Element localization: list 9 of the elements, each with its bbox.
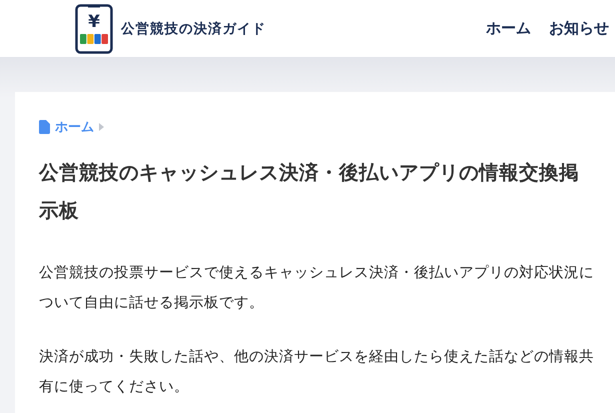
caret-right-icon — [99, 123, 104, 131]
nav-link[interactable]: ホーム — [486, 19, 531, 38]
paragraph: 決済が成功・失敗した話や、他の決済サービスを経由したら使えた話などの情報共有に使ってください。 — [39, 348, 595, 397]
paragraph: 公営競技の投票サービスで使えるキャッシュレス決済・後払いアプリの対応状況について自由に話せる掲示板です。 — [39, 264, 595, 313]
nav-link[interactable]: お知らせ — [549, 19, 609, 38]
article-title: 公営競技のキャッシュレス決済・後払いアプリの情報交換掲示板 — [39, 160, 580, 224]
document-icon — [39, 120, 50, 134]
phone-logo-icon[interactable]: ¥ — [75, 4, 113, 54]
site-title[interactable]: 公営競技の決済ガイド — [121, 20, 266, 38]
